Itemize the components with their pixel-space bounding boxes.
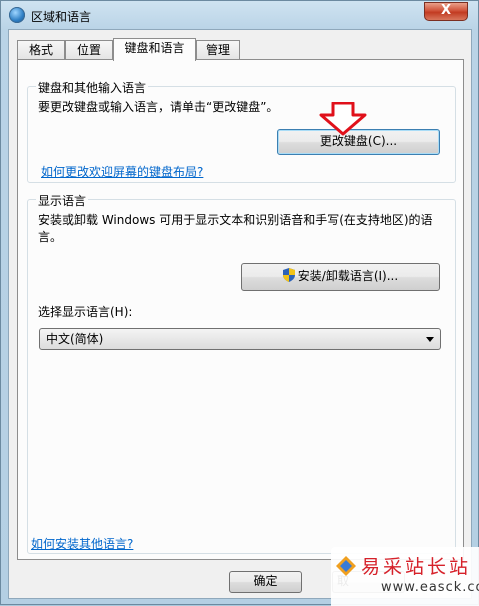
display-language-select[interactable]: 中文(简体) (39, 328, 441, 350)
display-group-title: 显示语言 (36, 192, 89, 209)
watermark-url: www.easck.com (381, 580, 479, 595)
tab-formats[interactable]: 格式 (17, 40, 65, 60)
install-other-languages-link[interactable]: 如何安装其他语言? (31, 535, 133, 552)
keyboard-group-title: 键盘和其他输入语言 (36, 79, 149, 96)
globe-icon (9, 7, 25, 23)
watermark-text: 易采站长站 (361, 556, 472, 578)
uac-shield-icon (282, 268, 295, 282)
welcome-screen-keyboard-link[interactable]: 如何更改欢迎屏幕的键盘布局? (41, 163, 203, 180)
install-uninstall-languages-button[interactable]: 安装/卸载语言(I)... (241, 263, 440, 291)
keyboard-group: 键盘和其他输入语言 要更改键盘或输入语言，请单击“更改键盘”。 更改键盘(C).… (27, 79, 456, 183)
dialog-window: 区域和语言 X 格式 位置 键盘和语言 管理 键盘和其他输入语言 要更改键盘或输… (0, 0, 479, 606)
title-bar[interactable]: 区域和语言 X (1, 1, 478, 29)
tab-keyboards-languages[interactable]: 键盘和语言 (113, 38, 196, 61)
select-display-language-label: 选择显示语言(H): (38, 305, 133, 319)
window-title: 区域和语言 (31, 10, 92, 24)
display-language-group: 显示语言 安装或卸载 Windows 可用于显示文本和识别语音和手写(在支持地区… (27, 192, 456, 554)
down-arrow-annotation (319, 102, 367, 136)
dialog-client-area: 格式 位置 键盘和语言 管理 键盘和其他输入语言 要更改键盘或输入语言，请单击“… (8, 29, 472, 599)
tab-panel: 键盘和其他输入语言 要更改键盘或输入语言，请单击“更改键盘”。 更改键盘(C).… (17, 59, 464, 560)
install-button-label: 安装/卸载语言(I)... (297, 269, 399, 283)
chevron-down-icon (426, 337, 434, 342)
tab-administrative[interactable]: 管理 (196, 40, 240, 60)
selected-language: 中文(简体) (46, 332, 104, 346)
watermark: 易采站长站 www.easck.com (331, 547, 479, 606)
keyboard-description: 要更改键盘或输入语言，请单击“更改键盘”。 (38, 100, 279, 114)
display-description: 安装或卸载 Windows 可用于显示文本和识别语音和手写(在支持地区)的语言。 (38, 213, 433, 244)
ok-button[interactable]: 确定 (229, 571, 302, 593)
tab-location[interactable]: 位置 (65, 40, 113, 60)
close-button[interactable]: X (424, 2, 468, 21)
watermark-logo-icon (336, 556, 356, 576)
